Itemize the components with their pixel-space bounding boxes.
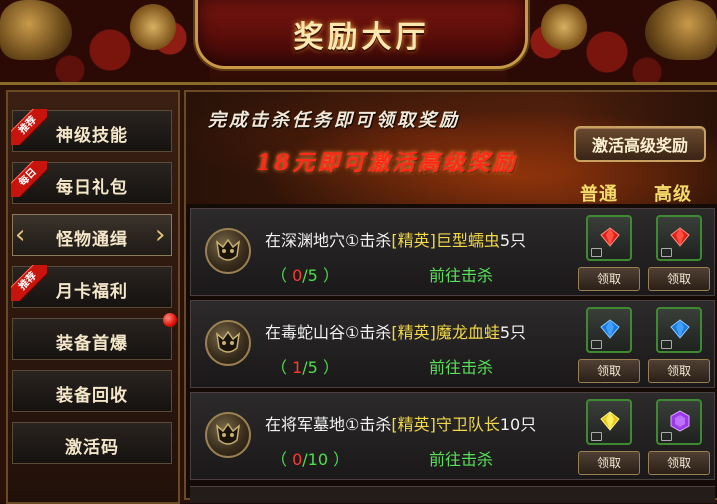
blue-gem-icon bbox=[670, 319, 690, 339]
yellow-gem-icon bbox=[600, 411, 620, 431]
sidebar-item-skills[interactable]: 推荐 神级技能 bbox=[11, 109, 172, 152]
task-progress: （ 0/10 ） bbox=[271, 450, 350, 469]
column-header-advanced: 高级 bbox=[654, 184, 692, 205]
claim-normal-button[interactable]: 领取 bbox=[578, 359, 640, 383]
blue-gem-icon bbox=[600, 319, 620, 339]
banner-instruction: 完成击杀任务即可领取奖励 bbox=[208, 110, 460, 131]
sidebar-item-label: 每日礼包 bbox=[56, 178, 128, 198]
notification-dot bbox=[163, 313, 177, 327]
advanced-reward-slot[interactable] bbox=[656, 215, 702, 261]
lock-icon bbox=[661, 248, 672, 257]
normal-reward-slot[interactable] bbox=[586, 399, 632, 445]
advanced-reward-slot[interactable] bbox=[656, 399, 702, 445]
purple-gem-icon bbox=[670, 410, 690, 432]
sidebar-item-label: 装备首爆 bbox=[56, 334, 128, 354]
monster-emblem-icon bbox=[205, 228, 251, 274]
reward-banner: 完成击杀任务即可领取奖励 18元即可激活高级奖励 激活高级奖励 普通 高级 bbox=[186, 92, 717, 205]
dragon-ornament-right-icon bbox=[645, 0, 717, 60]
ornament-right-icon bbox=[541, 4, 587, 50]
title-plate: 奖励大厅 bbox=[195, 0, 528, 69]
task-row: 在将军墓地①击杀[精英]守卫队长10只 （ 0/10 ） 前往击杀 领取 领取 bbox=[190, 392, 715, 480]
advanced-reward-slot[interactable] bbox=[656, 307, 702, 353]
lock-icon bbox=[591, 432, 602, 441]
sidebar-item-label: 怪物通缉 bbox=[56, 230, 128, 250]
normal-reward-slot[interactable] bbox=[586, 307, 632, 353]
banner-promo: 18元即可激活高级奖励 bbox=[256, 150, 518, 176]
task-description: 在将军墓地①击杀[精英]守卫队长10只 bbox=[265, 415, 537, 434]
sidebar: 推荐 神级技能 每日 每日礼包 ‹ 怪物通缉 › 推荐 月卡福利 装备首爆 装备… bbox=[6, 90, 180, 504]
activate-advanced-button[interactable]: 激活高级奖励 bbox=[574, 126, 706, 162]
monster-emblem-icon bbox=[205, 320, 251, 366]
lock-icon bbox=[661, 340, 672, 349]
go-kill-link[interactable]: 前往击杀 bbox=[429, 354, 493, 378]
header: 奖励大厅 bbox=[0, 0, 717, 88]
task-progress: （ 0/5 ） bbox=[271, 266, 339, 285]
claim-advanced-button[interactable]: 领取 bbox=[648, 359, 710, 383]
sidebar-item-activation-code[interactable]: 激活码 bbox=[12, 422, 172, 464]
lock-icon bbox=[591, 340, 602, 349]
chevron-right-icon: › bbox=[155, 220, 166, 250]
red-gem-icon bbox=[670, 227, 690, 247]
column-header-normal: 普通 bbox=[580, 184, 618, 205]
claim-normal-button[interactable]: 领取 bbox=[578, 267, 640, 291]
sidebar-item-label: 装备回收 bbox=[56, 386, 128, 406]
task-progress: （ 1/5 ） bbox=[271, 358, 339, 377]
red-gem-icon bbox=[600, 227, 620, 247]
sidebar-item-label: 神级技能 bbox=[56, 126, 128, 146]
sidebar-item-first-drop[interactable]: 装备首爆 bbox=[12, 313, 177, 360]
task-row: 在毒蛇山谷①击杀[精英]魔龙血蛙5只 （ 1/5 ） 前往击杀 领取 领取 bbox=[190, 300, 715, 388]
normal-reward-slot[interactable] bbox=[586, 215, 632, 261]
page-title: 奖励大厅 bbox=[293, 20, 430, 55]
main-panel: 完成击杀任务即可领取奖励 18元即可激活高级奖励 激活高级奖励 普通 高级 在深… bbox=[184, 90, 717, 503]
go-kill-link[interactable]: 前往击杀 bbox=[429, 262, 493, 286]
sidebar-item-label: 激活码 bbox=[65, 438, 119, 458]
go-kill-link[interactable]: 前往击杀 bbox=[429, 446, 493, 470]
claim-advanced-button[interactable]: 领取 bbox=[648, 451, 710, 475]
sidebar-item-monster-wanted[interactable]: ‹ 怪物通缉 › bbox=[12, 214, 172, 256]
lock-icon bbox=[661, 432, 672, 441]
monster-emblem-icon bbox=[205, 412, 251, 458]
next-task-row-partial bbox=[190, 486, 715, 503]
sidebar-item-recycle[interactable]: 装备回收 bbox=[12, 370, 172, 412]
sidebar-item-label: 月卡福利 bbox=[56, 282, 128, 302]
task-description: 在深渊地穴①击杀[精英]巨型蠕虫5只 bbox=[265, 231, 527, 250]
sidebar-item-monthly-card[interactable]: 推荐 月卡福利 bbox=[11, 265, 172, 308]
ornament-left-icon bbox=[130, 4, 176, 50]
sidebar-item-daily-gift[interactable]: 每日 每日礼包 bbox=[11, 161, 172, 204]
task-description: 在毒蛇山谷①击杀[精英]魔龙血蛙5只 bbox=[265, 323, 527, 342]
claim-advanced-button[interactable]: 领取 bbox=[648, 267, 710, 291]
lock-icon bbox=[591, 248, 602, 257]
task-row: 在深渊地穴①击杀[精英]巨型蠕虫5只 （ 0/5 ） 前往击杀 领取 领取 bbox=[190, 208, 715, 296]
claim-normal-button[interactable]: 领取 bbox=[578, 451, 640, 475]
